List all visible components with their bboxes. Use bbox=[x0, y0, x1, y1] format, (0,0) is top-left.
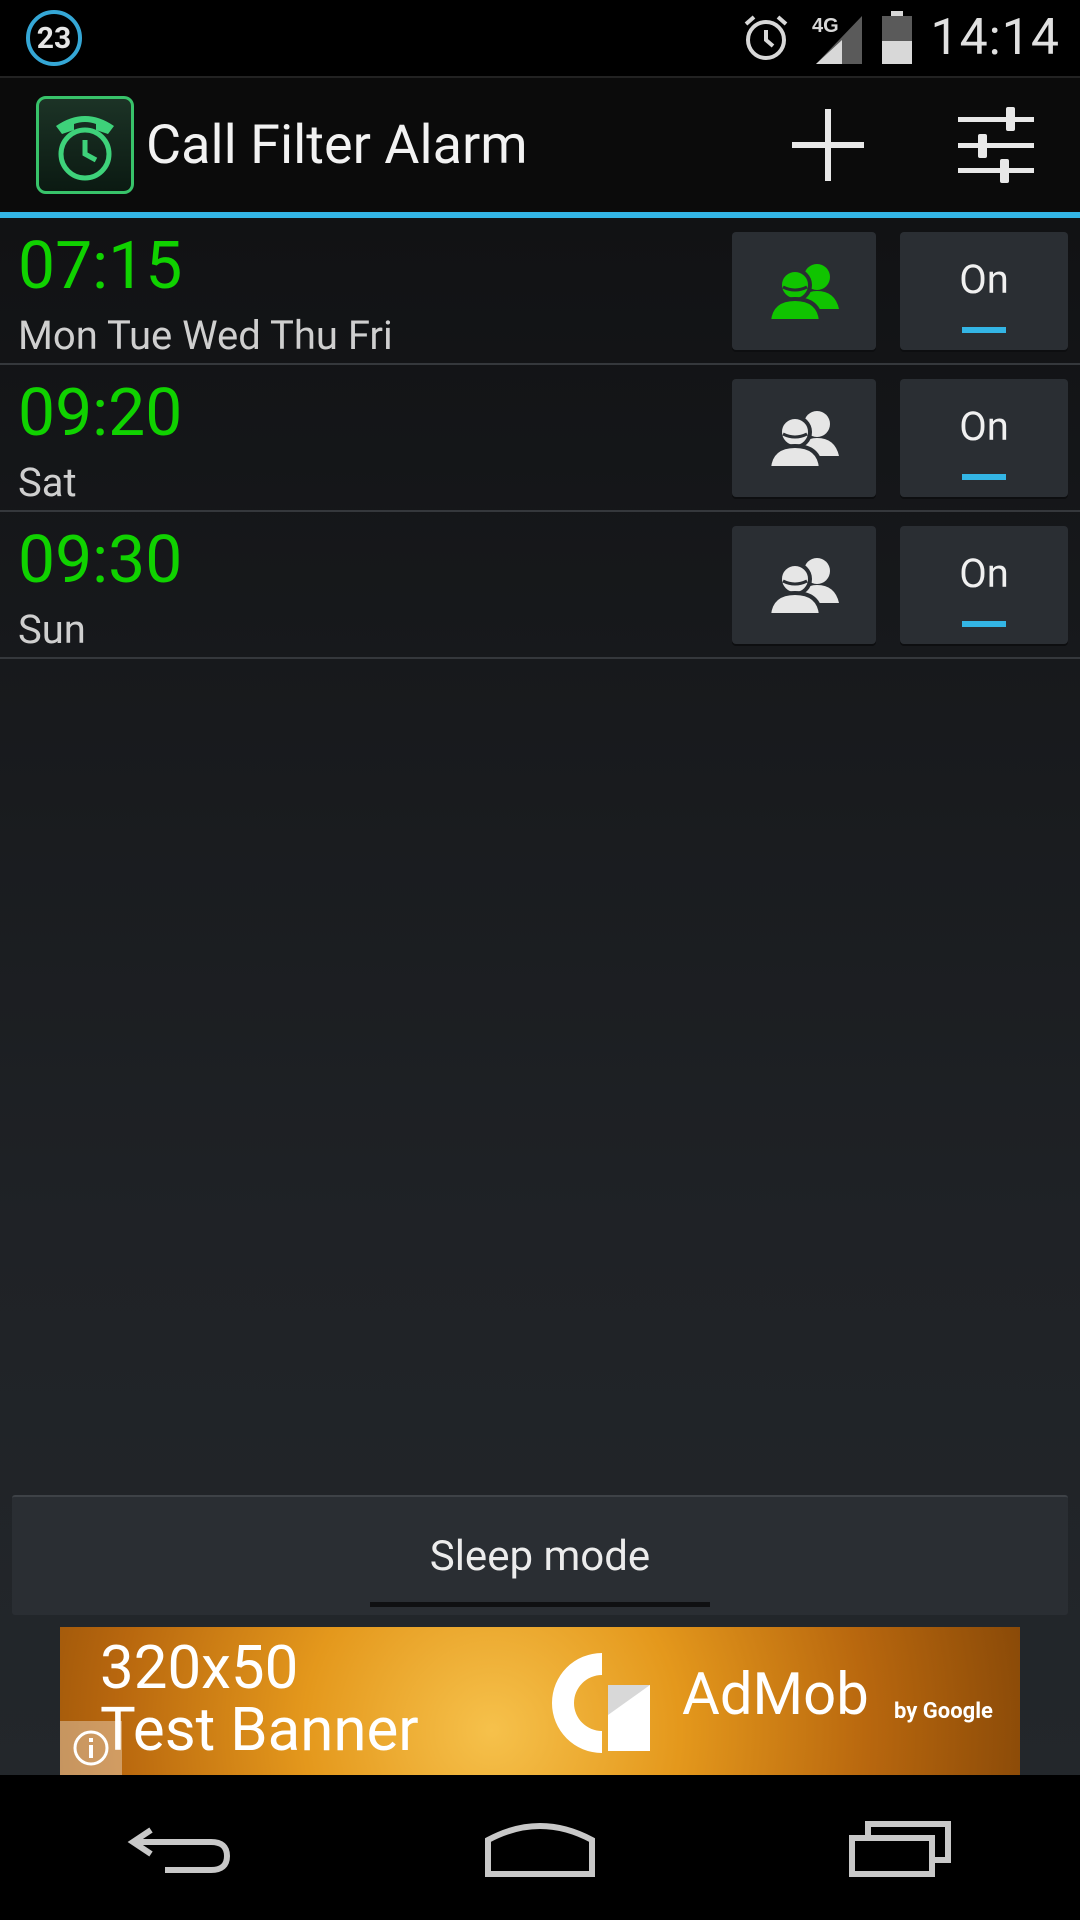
contacts-icon bbox=[766, 264, 839, 323]
contacts-icon bbox=[766, 411, 839, 470]
notification-badge: 23 bbox=[26, 10, 82, 66]
sleep-mode-button[interactable]: Sleep mode bbox=[12, 1495, 1068, 1615]
toggle-indicator bbox=[962, 473, 1006, 480]
admob-logo-icon bbox=[551, 1653, 650, 1753]
sleep-mode-indicator bbox=[370, 1602, 710, 1607]
toggle-label: On bbox=[959, 255, 1009, 303]
toggle-label: On bbox=[959, 549, 1009, 597]
alarm-days: Sun bbox=[18, 606, 86, 653]
alarm-list: 07:15 Mon Tue Wed Thu Fri On 09:20 Sat O… bbox=[0, 218, 1080, 659]
settings-button[interactable] bbox=[912, 77, 1080, 213]
sleep-mode-label: Sleep mode bbox=[429, 1531, 651, 1581]
alarm-toggle-button[interactable]: On bbox=[900, 526, 1068, 644]
alarm-row[interactable]: 09:20 Sat On bbox=[0, 365, 1080, 512]
recents-icon bbox=[849, 1820, 951, 1877]
back-button[interactable] bbox=[80, 1798, 280, 1898]
home-icon bbox=[485, 1822, 595, 1877]
toggle-indicator bbox=[962, 620, 1006, 627]
plus-icon bbox=[792, 109, 864, 181]
ad-by-google: by Google bbox=[894, 1699, 993, 1724]
ad-banner[interactable]: 320x50 Test Banner AdMob by Google bbox=[60, 1627, 1020, 1775]
alarm-toggle-button[interactable]: On bbox=[900, 232, 1068, 350]
info-icon bbox=[73, 1730, 109, 1766]
notification-count: 23 bbox=[36, 20, 72, 56]
call-filter-button[interactable] bbox=[732, 526, 876, 644]
toggle-label: On bbox=[959, 402, 1009, 450]
signal-4g-icon: 4G bbox=[812, 15, 863, 64]
back-icon bbox=[127, 1827, 231, 1873]
alarm-time: 09:20 bbox=[18, 375, 183, 452]
clock-time: 14:14 bbox=[930, 9, 1060, 67]
alarm-time: 09:30 bbox=[18, 522, 183, 599]
app-logo-icon bbox=[36, 96, 134, 194]
ad-size-text: 320x50 bbox=[100, 1632, 299, 1703]
network-label: 4G bbox=[812, 15, 839, 37]
call-filter-button[interactable] bbox=[732, 232, 876, 350]
alarm-toggle-button[interactable]: On bbox=[900, 379, 1068, 497]
alarm-list-screen: 07:15 Mon Tue Wed Thu Fri On 09:20 Sat O… bbox=[0, 218, 1080, 1775]
recents-button[interactable] bbox=[800, 1798, 1000, 1898]
status-icons: 4G 14:14 bbox=[740, 9, 1060, 67]
navigation-bar bbox=[0, 1775, 1080, 1920]
home-button[interactable] bbox=[440, 1798, 640, 1898]
contacts-icon bbox=[766, 558, 839, 617]
alarm-time: 07:15 bbox=[18, 228, 183, 305]
alarm-days: Sat bbox=[18, 459, 77, 506]
app-title: Call Filter Alarm bbox=[146, 113, 528, 177]
add-alarm-button[interactable] bbox=[744, 77, 912, 213]
sliders-icon bbox=[958, 107, 1034, 183]
alarm-days: Mon Tue Wed Thu Fri bbox=[18, 312, 393, 359]
ad-brand: AdMob bbox=[682, 1661, 869, 1729]
call-filter-button[interactable] bbox=[732, 379, 876, 497]
alarm-row[interactable]: 09:30 Sun On bbox=[0, 512, 1080, 659]
action-bar: Call Filter Alarm bbox=[0, 76, 1080, 212]
ad-test-text: Test Banner bbox=[100, 1694, 419, 1765]
status-bar: 23 4G 14:14 bbox=[0, 0, 1080, 76]
alarm-row[interactable]: 07:15 Mon Tue Wed Thu Fri On bbox=[0, 218, 1080, 365]
toggle-indicator bbox=[962, 326, 1006, 333]
battery-icon bbox=[882, 11, 913, 64]
ad-info-button[interactable] bbox=[60, 1721, 122, 1775]
alarm-clock-icon bbox=[745, 15, 788, 60]
